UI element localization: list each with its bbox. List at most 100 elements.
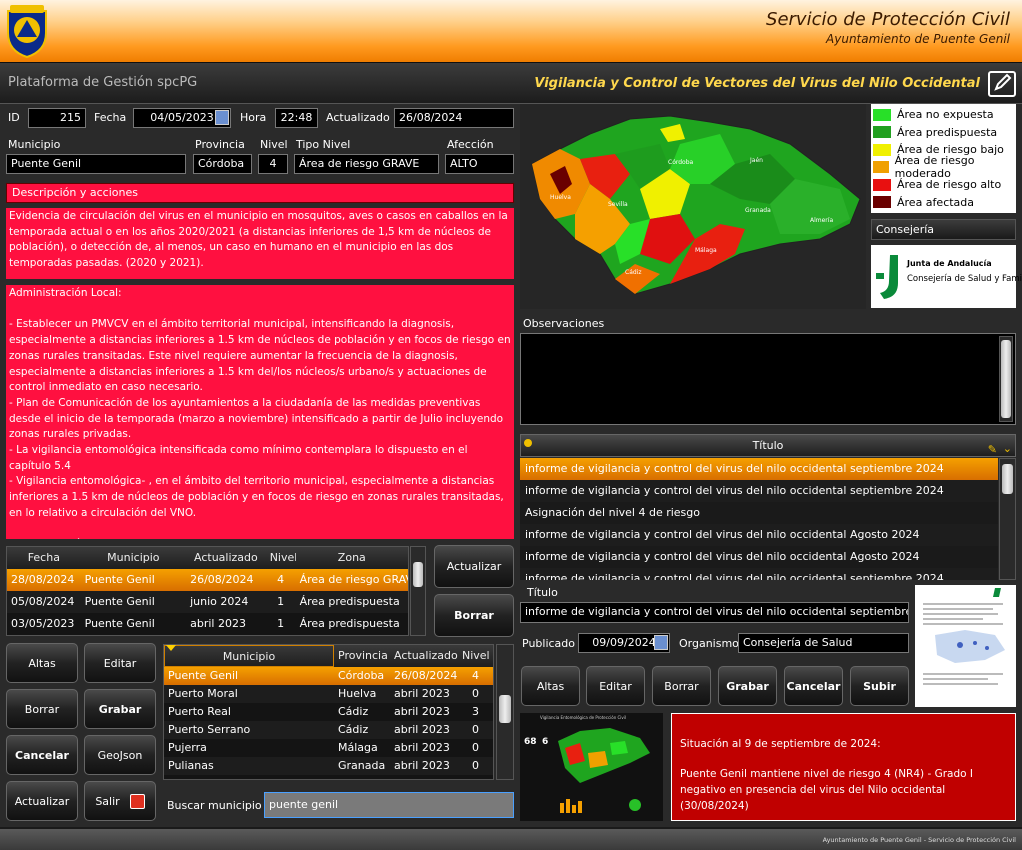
col-actualizado[interactable]: Actualizado xyxy=(390,645,458,667)
history-actualizar-button[interactable]: Actualizar xyxy=(434,545,514,588)
id-field[interactable]: 215 xyxy=(28,108,86,128)
grabar-button[interactable]: Grabar xyxy=(84,689,156,729)
map-label: Cádiz xyxy=(625,269,642,276)
municipios-scrollbar[interactable] xyxy=(496,644,514,780)
cell: 0 xyxy=(472,723,479,736)
table-row[interactable]: Puerto Serrano Cádiz abril 2023 0 xyxy=(164,721,493,739)
list-item[interactable]: Asignación del nivel 4 de riesgo xyxy=(520,502,998,524)
editar-button[interactable]: Editar xyxy=(84,643,156,683)
scroll-thumb[interactable] xyxy=(1002,464,1013,494)
cell: 05/08/2024 xyxy=(11,595,75,608)
table-row[interactable]: 05/08/2024 Puente Genil junio 2024 1 Áre… xyxy=(7,591,408,613)
id-label: ID xyxy=(8,111,20,124)
document-preview[interactable] xyxy=(915,585,1016,707)
scroll-thumb[interactable] xyxy=(413,562,423,587)
hora-field[interactable]: 22:48 xyxy=(275,108,318,128)
table-row[interactable]: 28/08/2024 Puente Genil 26/08/2024 4 Áre… xyxy=(7,569,408,591)
accion-line: - Establecer un PMVCV en el ámbito terri… xyxy=(9,318,511,394)
nivel-label: Nivel xyxy=(260,138,288,151)
legend-item: Área predispuesta xyxy=(871,124,1016,142)
cell: 4 xyxy=(472,669,479,682)
accion-line: - Vigilancia entomológica- , en el ámbit… xyxy=(9,475,504,519)
accion-line: - La vigilancia entomológica intensifica… xyxy=(9,444,468,472)
organismo-field[interactable]: Consejería de Salud xyxy=(738,633,909,653)
legend-item: Área de riesgo alto xyxy=(871,176,1016,194)
history-table: Fecha Municipio Actualizado Nivel Zona 2… xyxy=(6,546,409,636)
docs-scrollbar[interactable] xyxy=(999,458,1016,580)
platform-name: Plataforma de Gestión spcPG xyxy=(8,75,198,90)
geojson-button[interactable]: GeoJson xyxy=(84,735,156,775)
docs-cancelar-button[interactable]: Cancelar xyxy=(784,666,843,706)
col-municipio[interactable]: Municipio xyxy=(164,645,334,667)
municipios-header: Municipio Provincia Actualizado Nivel xyxy=(164,645,493,667)
module-bar: Plataforma de Gestión spcPG Vigilancia y… xyxy=(0,62,1022,104)
salir-button[interactable]: Salir xyxy=(84,781,156,821)
cell: Área predispuesta xyxy=(299,595,400,608)
table-row[interactable]: Puerto Real Cádiz abril 2023 3 xyxy=(164,703,493,721)
cancelar-button[interactable]: Cancelar xyxy=(6,735,78,775)
list-item[interactable]: informe de vigilancia y control del viru… xyxy=(520,524,998,546)
observaciones-field[interactable] xyxy=(520,333,1016,425)
accion-line: Administración sanitaria: xyxy=(9,537,511,539)
list-item[interactable]: informe de vigilancia y control del viru… xyxy=(520,480,998,502)
list-item[interactable]: informe de vigilancia y control del viru… xyxy=(520,546,998,568)
tipo-nivel-field[interactable]: Área de riesgo GRAVE xyxy=(294,154,439,174)
key-icon[interactable]: ✎ xyxy=(988,439,997,460)
accion-line xyxy=(9,522,511,538)
docs-subir-button[interactable]: Subir xyxy=(850,666,909,706)
acciones-text[interactable]: Administración Local: - Establecer un PM… xyxy=(6,285,514,539)
provincia-field[interactable]: Córdoba xyxy=(193,154,252,174)
cell: abril 2023 xyxy=(394,687,450,700)
table-row[interactable]: Pulianas Granada abril 2023 0 xyxy=(164,757,493,775)
nivel-field[interactable]: 4 xyxy=(258,154,288,174)
sort-down-icon[interactable] xyxy=(166,645,176,651)
actualizar-button[interactable]: Actualizar xyxy=(6,781,78,821)
docs-altas-button[interactable]: Altas xyxy=(521,666,580,706)
docs-header: Título ✎ ⌄ xyxy=(520,434,1016,457)
municipio-field[interactable]: Puente Genil xyxy=(6,154,186,174)
borrar-button[interactable]: Borrar xyxy=(6,689,78,729)
map-label: Córdoba xyxy=(668,159,694,166)
history-borrar-button[interactable]: Borrar xyxy=(434,594,514,637)
afeccion-field[interactable]: ALTO xyxy=(445,154,514,174)
list-item[interactable]: informe de vigilancia y control del viru… xyxy=(520,568,998,580)
titulo-field[interactable]: informe de vigilancia y control del viru… xyxy=(520,602,909,623)
col-nivel: Nivel xyxy=(269,551,296,564)
provincia-label: Provincia xyxy=(195,138,245,151)
table-row[interactable]: Puerto Moral Huelva abril 2023 0 xyxy=(164,685,493,703)
accion-line: - Plan de Comunicación de los ayuntamien… xyxy=(9,396,504,441)
docs-borrar-button[interactable]: Borrar xyxy=(652,666,711,706)
observaciones-scrollbar[interactable] xyxy=(999,336,1013,422)
calendar-icon[interactable] xyxy=(654,635,668,650)
legend-item: Área de riesgo moderado xyxy=(871,154,1016,180)
search-input[interactable]: puente genil xyxy=(264,792,514,818)
municipio-label: Municipio xyxy=(8,138,61,151)
list-item[interactable]: informe de vigilancia y control del viru… xyxy=(520,458,998,480)
table-row[interactable]: 03/05/2023 Puente Genil abril 2023 1 Áre… xyxy=(7,613,408,635)
docs-grabar-button[interactable]: Grabar xyxy=(718,666,777,706)
cell: 0 xyxy=(472,687,479,700)
legend-swatch xyxy=(873,161,889,174)
col-provincia[interactable]: Provincia xyxy=(334,645,390,667)
scroll-thumb[interactable] xyxy=(1001,340,1011,418)
consejeria-name: Consejería de Salud y Familias xyxy=(907,274,1022,284)
table-row[interactable]: Puente Genil Córdoba 26/08/2024 4 xyxy=(164,667,493,685)
chevron-down-icon[interactable]: ⌄ xyxy=(1003,438,1012,459)
risk-map[interactable]: Córdoba Jaén Sevilla Granada Almería Hue… xyxy=(520,104,866,309)
altas-button[interactable]: Altas xyxy=(6,643,78,683)
docs-title-header[interactable]: Título xyxy=(753,439,784,452)
edit-icon[interactable] xyxy=(988,71,1016,97)
calendar-icon[interactable] xyxy=(215,110,229,125)
history-header: Fecha Municipio Actualizado Nivel Zona xyxy=(7,547,408,569)
cell: Puente Genil xyxy=(168,669,239,682)
map-legend: Área no expuesta Área predispuesta Área … xyxy=(871,104,1016,213)
fecha-value: 04/05/2023 xyxy=(150,111,214,124)
docs-editar-button[interactable]: Editar xyxy=(586,666,645,706)
table-row[interactable]: Pujerra Málaga abril 2023 0 xyxy=(164,739,493,757)
actualizado-field[interactable]: 26/08/2024 xyxy=(394,108,514,128)
descripcion-text[interactable]: Evidencia de circulación del virus en el… xyxy=(6,208,514,279)
dashboard-thumbnail[interactable]: Vigilancia Entomológica de Protección Ci… xyxy=(520,713,663,821)
history-scrollbar[interactable] xyxy=(410,546,426,636)
col-nivel[interactable]: Nivel xyxy=(458,645,493,667)
scroll-thumb[interactable] xyxy=(499,695,511,723)
